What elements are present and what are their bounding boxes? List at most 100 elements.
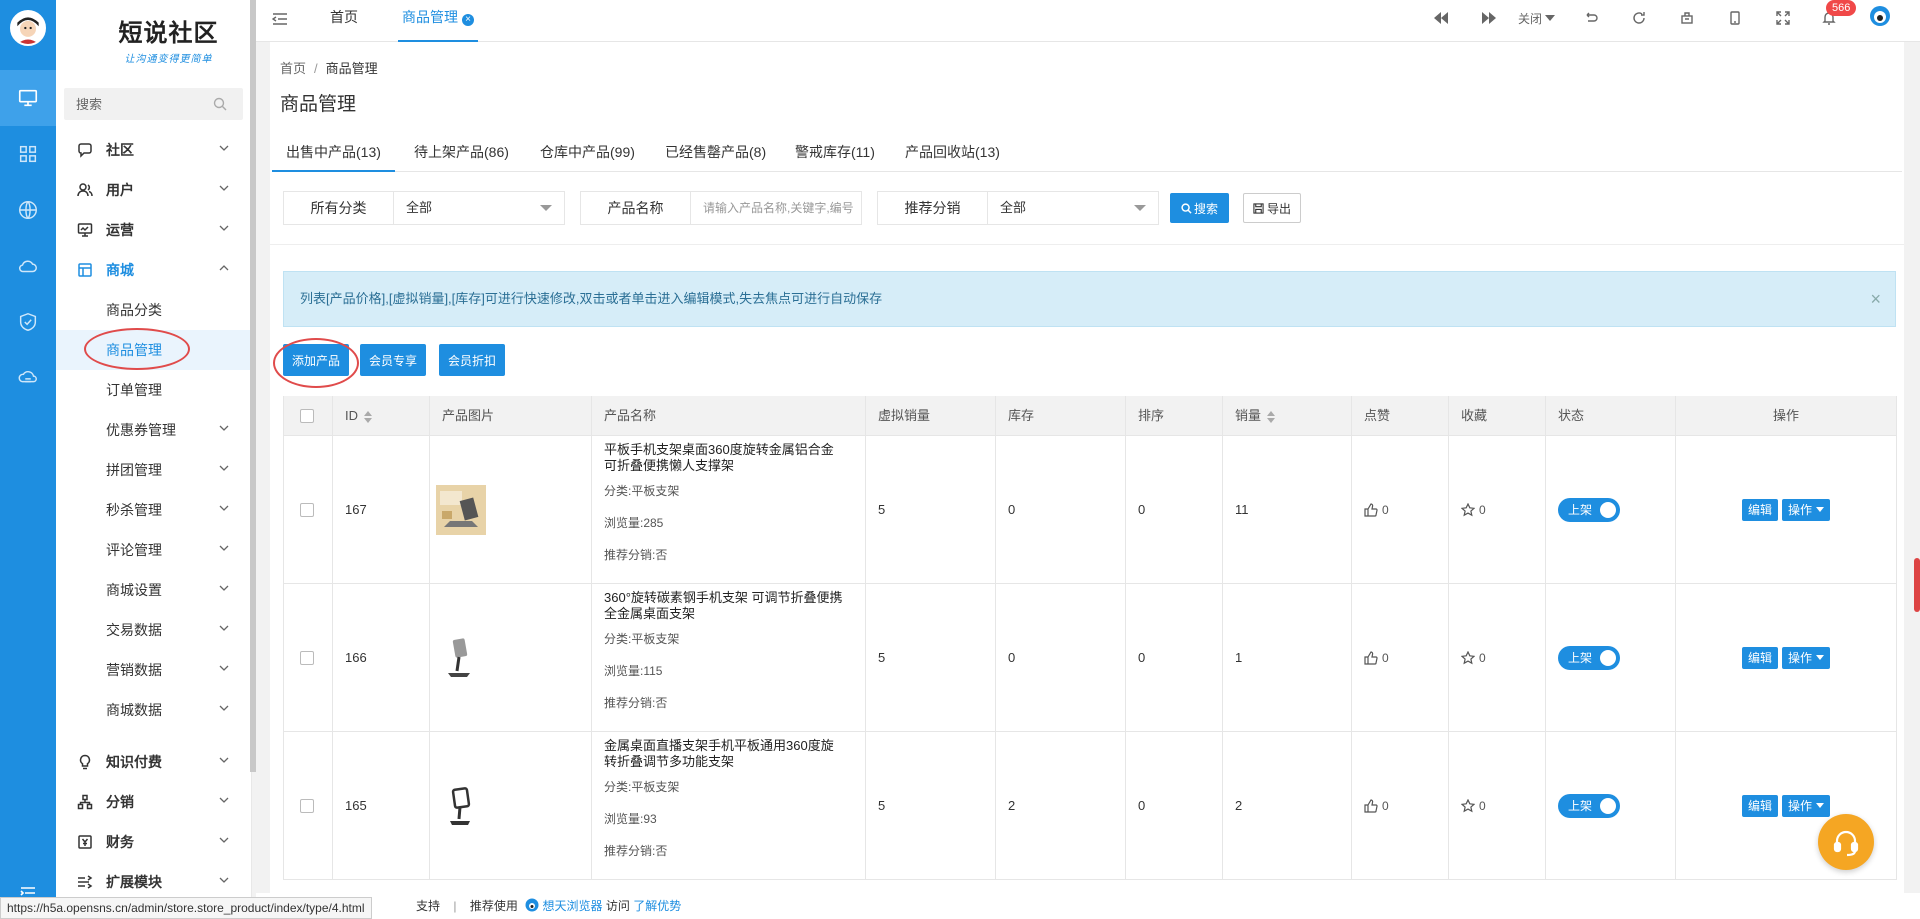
globe-icon[interactable] [0, 182, 56, 238]
tab-pending[interactable]: 待上架产品(86) [400, 132, 523, 172]
user-menu-avatar[interactable] [1869, 6, 1891, 26]
breadcrumb-home[interactable]: 首页 [280, 61, 306, 76]
sidebar-sub-group-buy[interactable]: 拼团管理 [56, 450, 251, 490]
checkbox[interactable] [300, 650, 314, 665]
clear-cache-icon[interactable] [1680, 9, 1694, 27]
search-button[interactable]: 搜索 [1170, 193, 1229, 223]
status-toggle[interactable]: 上架 [1558, 497, 1620, 522]
header-id[interactable]: ID [333, 396, 430, 435]
edit-button[interactable]: 编辑 [1741, 794, 1778, 817]
sidebar-item-knowledge[interactable]: 知识付费 [56, 742, 251, 782]
mobile-icon[interactable] [1730, 9, 1740, 27]
tab-sold-out[interactable]: 已经售罄产品(8) [651, 132, 780, 172]
sidebar-sub-shop-data[interactable]: 商城数据 [56, 690, 251, 730]
browser-link[interactable]: 想天浏览器 [543, 899, 603, 913]
monitor-icon[interactable] [0, 70, 56, 126]
cell-sort[interactable]: 0 [1126, 436, 1223, 583]
cell-virtual-sales[interactable]: 5 [866, 732, 996, 879]
cell-stock[interactable]: 2 [996, 732, 1126, 879]
tab-on-sale[interactable]: 出售中产品(13) [272, 132, 395, 172]
collapse-menu-icon[interactable] [272, 12, 288, 26]
member-discount-button[interactable]: 会员折扣 [439, 344, 505, 376]
back-icon[interactable] [1584, 9, 1598, 27]
sidebar-item-distribution[interactable]: 分销 [56, 782, 251, 822]
sidebar-item-users[interactable]: 用户 [56, 170, 251, 210]
sidebar-item-extensions[interactable]: 扩展模块 [56, 862, 251, 902]
sidebar-sub-reviews[interactable]: 评论管理 [56, 530, 251, 570]
cell-stock[interactable]: 0 [996, 436, 1126, 583]
tab-product-manage[interactable]: 商品管理 × [398, 0, 478, 42]
distribution-select[interactable]: 全部 [988, 192, 1158, 224]
more-ops-button[interactable]: 操作 [1782, 646, 1831, 669]
row-select[interactable] [284, 436, 333, 583]
name-filter[interactable]: 产品名称 [580, 191, 862, 225]
fullscreen-icon[interactable] [1776, 9, 1790, 27]
sidebar-sub-product-manage[interactable]: 商品管理 [56, 330, 251, 370]
cloud-icon[interactable] [0, 238, 56, 294]
header-select-all[interactable] [284, 396, 333, 435]
sidebar-item-operations[interactable]: 运营 [56, 210, 251, 250]
category-select[interactable]: 全部 [394, 192, 564, 224]
sidebar-sub-shop-settings[interactable]: 商城设置 [56, 570, 251, 610]
cell-sort[interactable]: 0 [1126, 584, 1223, 731]
category-filter[interactable]: 所有分类 全部 [283, 191, 565, 225]
sort-icon[interactable] [1267, 410, 1276, 423]
apps-icon[interactable] [0, 126, 56, 182]
customer-service-button[interactable] [1818, 814, 1874, 870]
status-toggle[interactable]: 上架 [1558, 645, 1620, 670]
cell-virtual-sales[interactable]: 5 [866, 584, 996, 731]
sort-icon[interactable] [364, 410, 372, 423]
more-ops-button[interactable]: 操作 [1782, 794, 1831, 817]
fast-forward-icon[interactable] [1482, 9, 1496, 27]
sidebar-sub-orders[interactable]: 订单管理 [56, 370, 251, 410]
sidebar-sub-category[interactable]: 商品分类 [56, 290, 251, 330]
checkbox[interactable] [300, 798, 314, 813]
header-sales[interactable]: 销量 [1223, 396, 1352, 435]
sidebar-scrollbar[interactable] [250, 0, 256, 772]
sidebar-sub-flash-sale[interactable]: 秒杀管理 [56, 490, 251, 530]
page-scrollbar[interactable] [1914, 558, 1920, 612]
cloud-service-icon[interactable] [0, 350, 56, 406]
row-select[interactable] [284, 732, 333, 879]
product-thumbnail[interactable] [436, 484, 486, 535]
product-name[interactable]: 平板手机支架桌面360度旋转金属铝合金可折叠便携懒人支撑架 [604, 442, 844, 474]
cell-sort[interactable]: 0 [1126, 732, 1223, 879]
name-filter-field[interactable] [691, 192, 861, 224]
cell-stock[interactable]: 0 [996, 584, 1126, 731]
close-tabs-dropdown[interactable]: 关闭 [1518, 9, 1556, 27]
more-ops-button[interactable]: 操作 [1782, 498, 1831, 521]
edit-button[interactable]: 编辑 [1741, 498, 1778, 521]
row-select[interactable] [284, 584, 333, 731]
sidebar-search[interactable] [64, 88, 243, 120]
export-button[interactable]: 导出 [1243, 193, 1301, 223]
tab-low-stock[interactable]: 警戒库存(11) [781, 132, 889, 172]
learn-more-link[interactable]: 了解优势 [633, 899, 681, 913]
checkbox[interactable] [300, 502, 314, 517]
sidebar-sub-coupons[interactable]: 优惠券管理 [56, 410, 251, 450]
user-avatar[interactable] [10, 10, 46, 46]
product-name[interactable]: 金属桌面直播支架手机平板通用360度旋转折叠调节多功能支架 [604, 738, 844, 770]
tab-home[interactable]: 首页 [330, 0, 358, 42]
tab-warehouse[interactable]: 仓库中产品(99) [526, 132, 649, 172]
close-icon[interactable]: × [462, 14, 474, 26]
member-exclusive-button[interactable]: 会员专享 [360, 344, 426, 376]
status-toggle[interactable]: 上架 [1558, 793, 1620, 818]
checkbox[interactable] [300, 408, 314, 423]
close-icon[interactable]: × [1870, 272, 1881, 326]
product-name[interactable]: 360°旋转碳素钢手机支架 可调节折叠便携全金属桌面支架 [604, 590, 844, 622]
sidebar-search-input[interactable] [76, 96, 206, 112]
rewind-icon[interactable] [1434, 9, 1448, 27]
product-name-input[interactable] [691, 192, 861, 224]
product-thumbnail[interactable] [436, 632, 486, 683]
distribution-filter[interactable]: 推荐分销 全部 [877, 191, 1159, 225]
sidebar-sub-trade-data[interactable]: 交易数据 [56, 610, 251, 650]
cell-virtual-sales[interactable]: 5 [866, 436, 996, 583]
edit-button[interactable]: 编辑 [1741, 646, 1778, 669]
product-thumbnail[interactable] [436, 780, 486, 831]
sidebar-item-finance[interactable]: 财务 [56, 822, 251, 862]
sidebar-item-community[interactable]: 社区 [56, 130, 251, 170]
add-product-button[interactable]: 添加产品 [283, 344, 349, 376]
sidebar-item-shop[interactable]: 商城 [56, 250, 251, 290]
sidebar-sub-marketing-data[interactable]: 营销数据 [56, 650, 251, 690]
shield-icon[interactable] [0, 294, 56, 350]
